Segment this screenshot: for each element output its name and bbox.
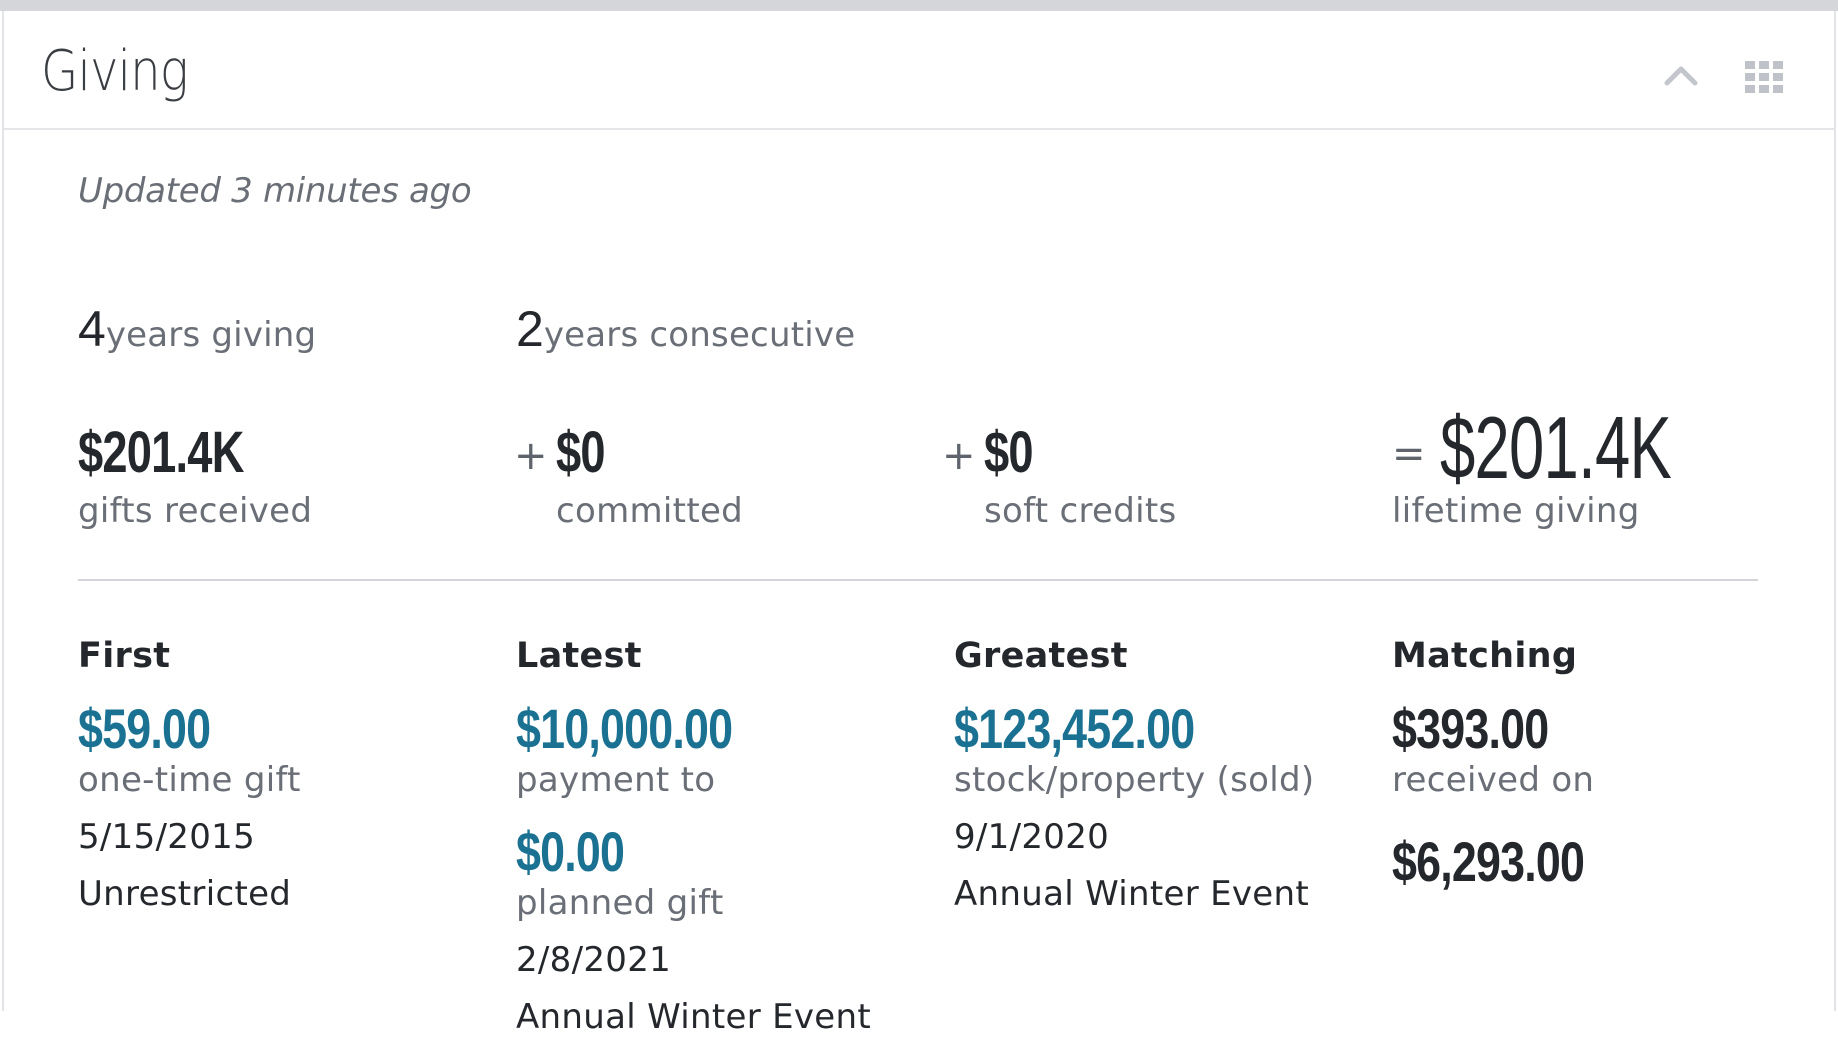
matching-column: Matching $393.00 received on $6,293.00: [1392, 636, 1812, 893]
equals-operator: =: [1392, 431, 1426, 477]
first-gift-type: one-time gift: [78, 760, 301, 800]
divider: [78, 579, 1758, 581]
lifetime-giving-summary: = $201.4K lifetime giving: [1392, 397, 1761, 531]
soft-credits-label: soft credits: [984, 491, 1177, 531]
gifts-received-amount: $201.4K: [78, 420, 244, 485]
greatest-gift-amount-link[interactable]: $123,452.00: [954, 696, 1290, 760]
committed-summary: + $0 committed: [514, 419, 743, 531]
greatest-heading: Greatest: [954, 636, 1128, 676]
committed-amount: $0: [556, 420, 606, 485]
plus-operator: +: [942, 433, 976, 479]
updated-timestamp: Updated 3 minutes ago: [78, 171, 472, 211]
latest-gift-column: Latest $10,000.00 payment to $0.00 plann…: [516, 636, 936, 1054]
matching-received-label: received on: [1392, 760, 1595, 800]
first-heading: First: [78, 636, 171, 676]
gifts-received-label: gifts received: [78, 491, 313, 531]
lifetime-giving-amount: $201.4K: [1440, 398, 1672, 497]
latest-gift-amount-link[interactable]: $10,000.00: [516, 696, 852, 760]
committed-label: committed: [556, 491, 744, 531]
matching-amount: $393.00: [1392, 697, 1549, 760]
soft-credits-amount: $0: [984, 420, 1034, 485]
top-border: [0, 0, 1838, 11]
giving-card: Giving Updated 3 minutes ago 4years givi…: [2, 11, 1836, 1037]
matching-received-amount: $6,293.00: [1392, 830, 1585, 893]
years-consecutive-label: years consecutive: [543, 315, 856, 355]
latest-gift-date: 2/8/2021: [516, 940, 672, 980]
grid-icon[interactable]: [1745, 61, 1783, 93]
years-consecutive: 2years consecutive: [516, 300, 855, 358]
years-giving: 4years giving: [78, 300, 316, 358]
years-giving-label: years giving: [105, 315, 317, 355]
years-giving-count: 4: [78, 301, 106, 357]
chevron-up-icon[interactable]: [1664, 63, 1698, 87]
lifetime-giving-label: lifetime giving: [1392, 491, 1640, 531]
gifts-received-summary: $201.4K gifts received: [78, 419, 312, 531]
greatest-gift-column: Greatest $123,452.00 stock/property (sol…: [954, 636, 1374, 931]
plus-operator: +: [514, 433, 548, 479]
card-header: Giving: [4, 11, 1834, 130]
soft-credits-summary: + $0 soft credits: [942, 419, 1176, 531]
greatest-gift-date: 9/1/2020: [954, 817, 1110, 857]
greatest-gift-type: stock/property (sold): [954, 760, 1315, 800]
first-gift-column: First $59.00 one-time gift 5/15/2015 Unr…: [78, 636, 498, 931]
first-gift-amount-link[interactable]: $59.00: [78, 696, 414, 760]
latest-heading: Latest: [516, 636, 642, 676]
latest-gift-type: payment to: [516, 760, 716, 800]
latest-planned-gift-type: planned gift: [516, 883, 724, 923]
greatest-gift-fund: Annual Winter Event: [954, 874, 1309, 914]
card-title: Giving: [41, 39, 189, 104]
first-gift-date: 5/15/2015: [78, 817, 256, 857]
first-gift-fund: Unrestricted: [78, 874, 292, 914]
latest-planned-gift-link[interactable]: $0.00: [516, 819, 852, 883]
matching-heading: Matching: [1392, 636, 1578, 676]
years-consecutive-count: 2: [516, 301, 544, 357]
